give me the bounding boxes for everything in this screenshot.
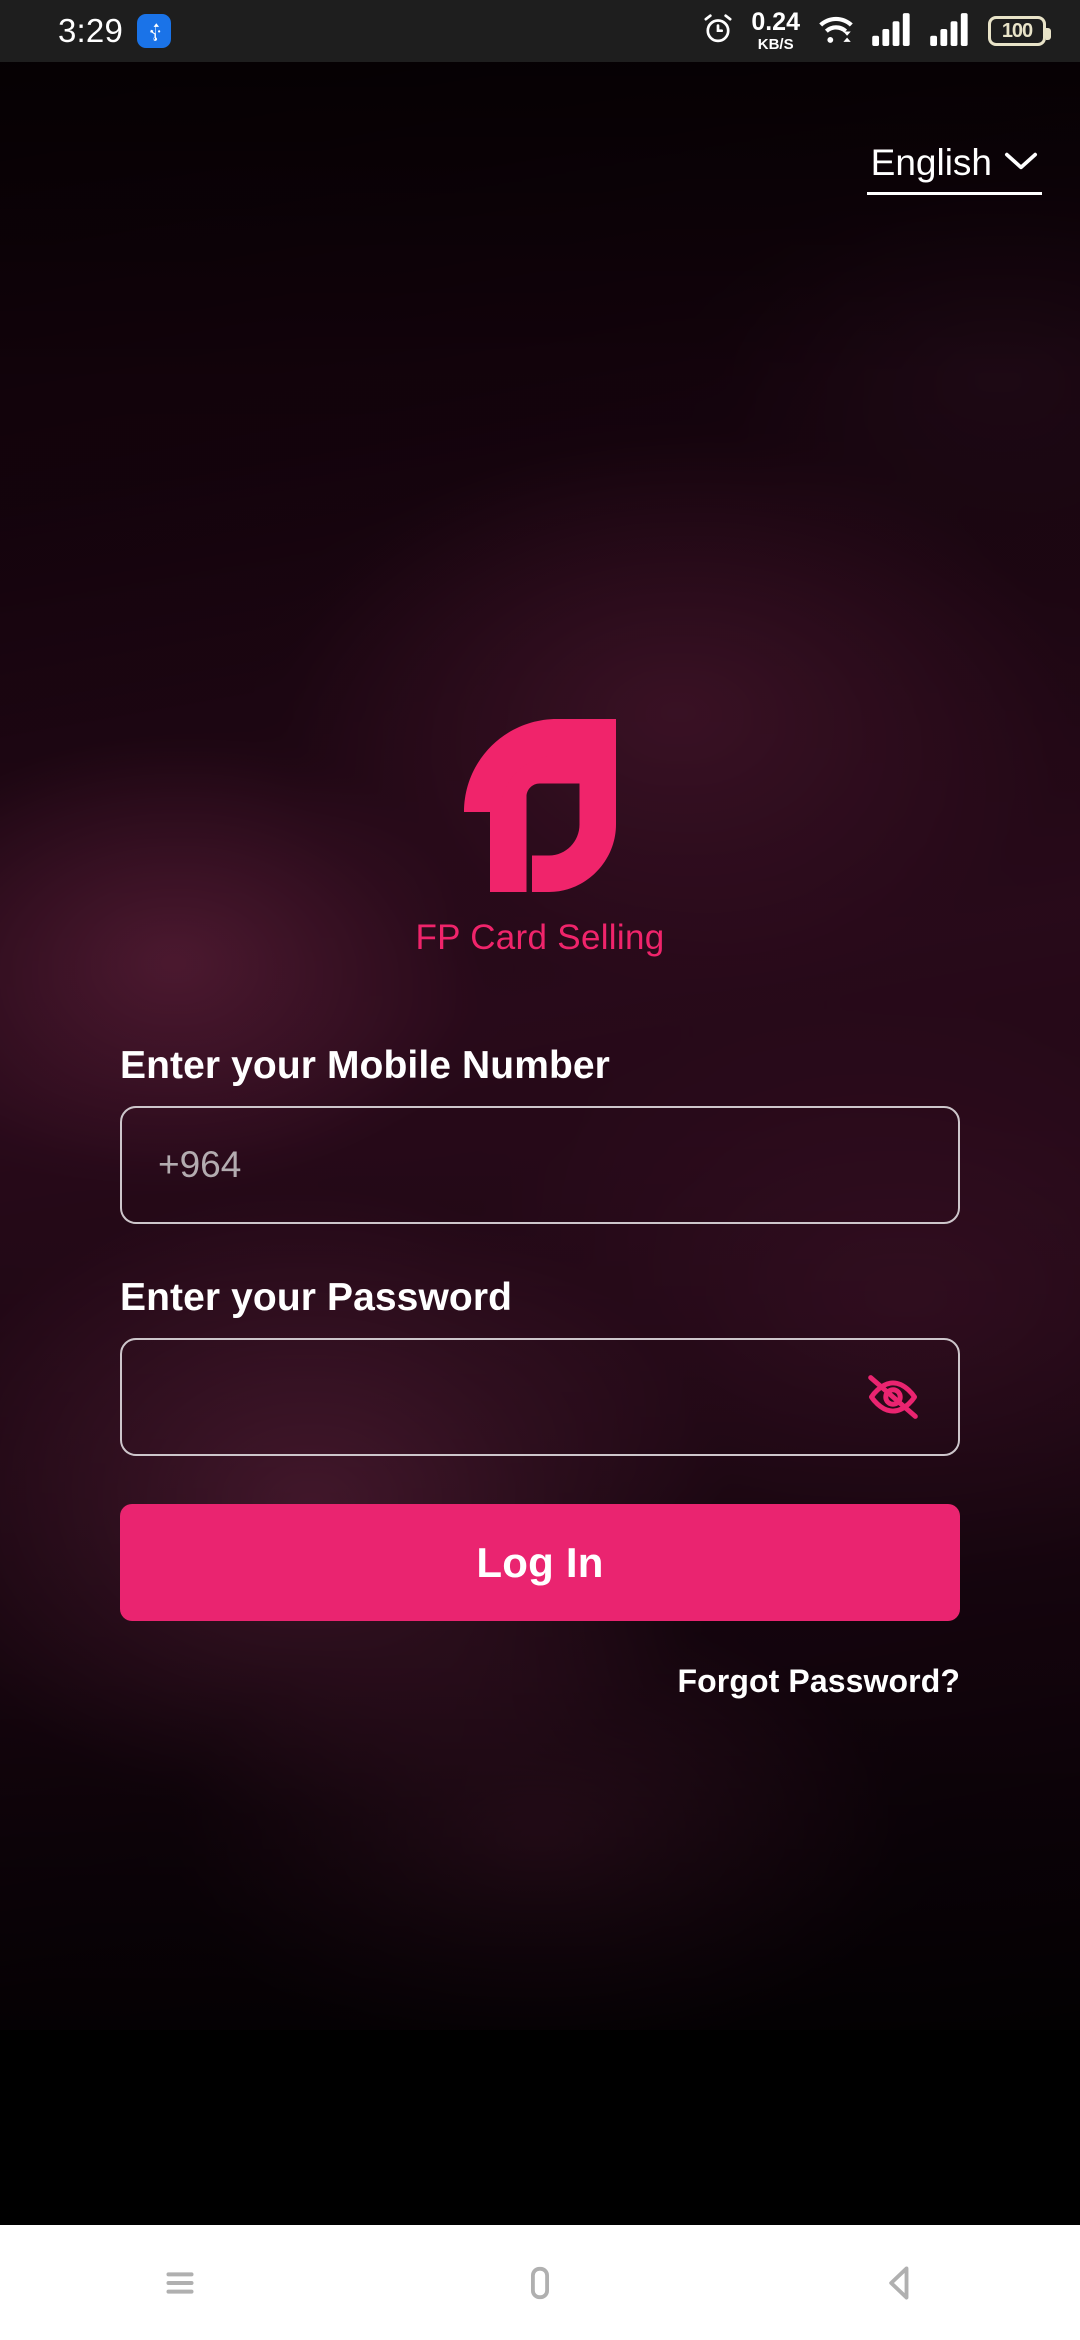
mobile-number-input[interactable]	[122, 1108, 958, 1222]
mobile-number-label: Enter your Mobile Number	[120, 1044, 610, 1087]
background-bottom-fill	[0, 2030, 1080, 2225]
network-speed-unit: KB/S	[757, 36, 794, 53]
wifi-icon	[816, 12, 856, 51]
eye-off-icon[interactable]	[860, 1370, 926, 1424]
usb-icon	[137, 14, 172, 48]
signal-bars-icon	[930, 12, 972, 51]
phone-screen: 3:29 0.24 KB/S 100 English FP Card Selli…	[0, 0, 1080, 2340]
recents-menu-icon[interactable]	[105, 2225, 255, 2340]
language-selector-row[interactable]: English	[867, 142, 1042, 192]
status-bar-left: 3:29	[0, 12, 172, 50]
status-bar-right: 0.24 KB/S 100	[701, 10, 1080, 52]
password-input[interactable]	[122, 1340, 958, 1454]
language-selector[interactable]: English	[867, 142, 1042, 195]
network-speed-value: 0.24	[751, 8, 800, 36]
login-form: Enter your Mobile Number Enter your Pass…	[120, 1044, 960, 1700]
language-underline	[867, 192, 1042, 195]
language-label: English	[870, 142, 992, 183]
status-bar: 3:29 0.24 KB/S 100	[0, 0, 1080, 62]
fp-logo-icon	[444, 700, 636, 892]
signal-bars-icon	[872, 12, 914, 51]
chevron-down-icon	[1004, 150, 1038, 177]
forgot-password-link[interactable]: Forgot Password?	[120, 1663, 960, 1700]
mobile-number-input-box[interactable]	[120, 1106, 960, 1224]
login-button[interactable]: Log In	[120, 1504, 960, 1621]
brand-block: FP Card Selling	[0, 700, 1080, 958]
battery-indicator: 100	[988, 16, 1051, 46]
alarm-icon	[701, 12, 735, 51]
status-bar-clock: 3:29	[58, 12, 124, 49]
password-label: Enter your Password	[120, 1276, 513, 1319]
battery-level-label: 100	[1001, 19, 1033, 42]
password-input-box[interactable]	[120, 1338, 960, 1456]
android-nav-bar	[0, 2225, 1080, 2340]
home-icon[interactable]	[465, 2225, 615, 2340]
brand-name: FP Card Selling	[415, 918, 665, 957]
network-speed-indicator: 0.24 KB/S	[751, 8, 800, 53]
back-icon[interactable]	[825, 2225, 975, 2340]
